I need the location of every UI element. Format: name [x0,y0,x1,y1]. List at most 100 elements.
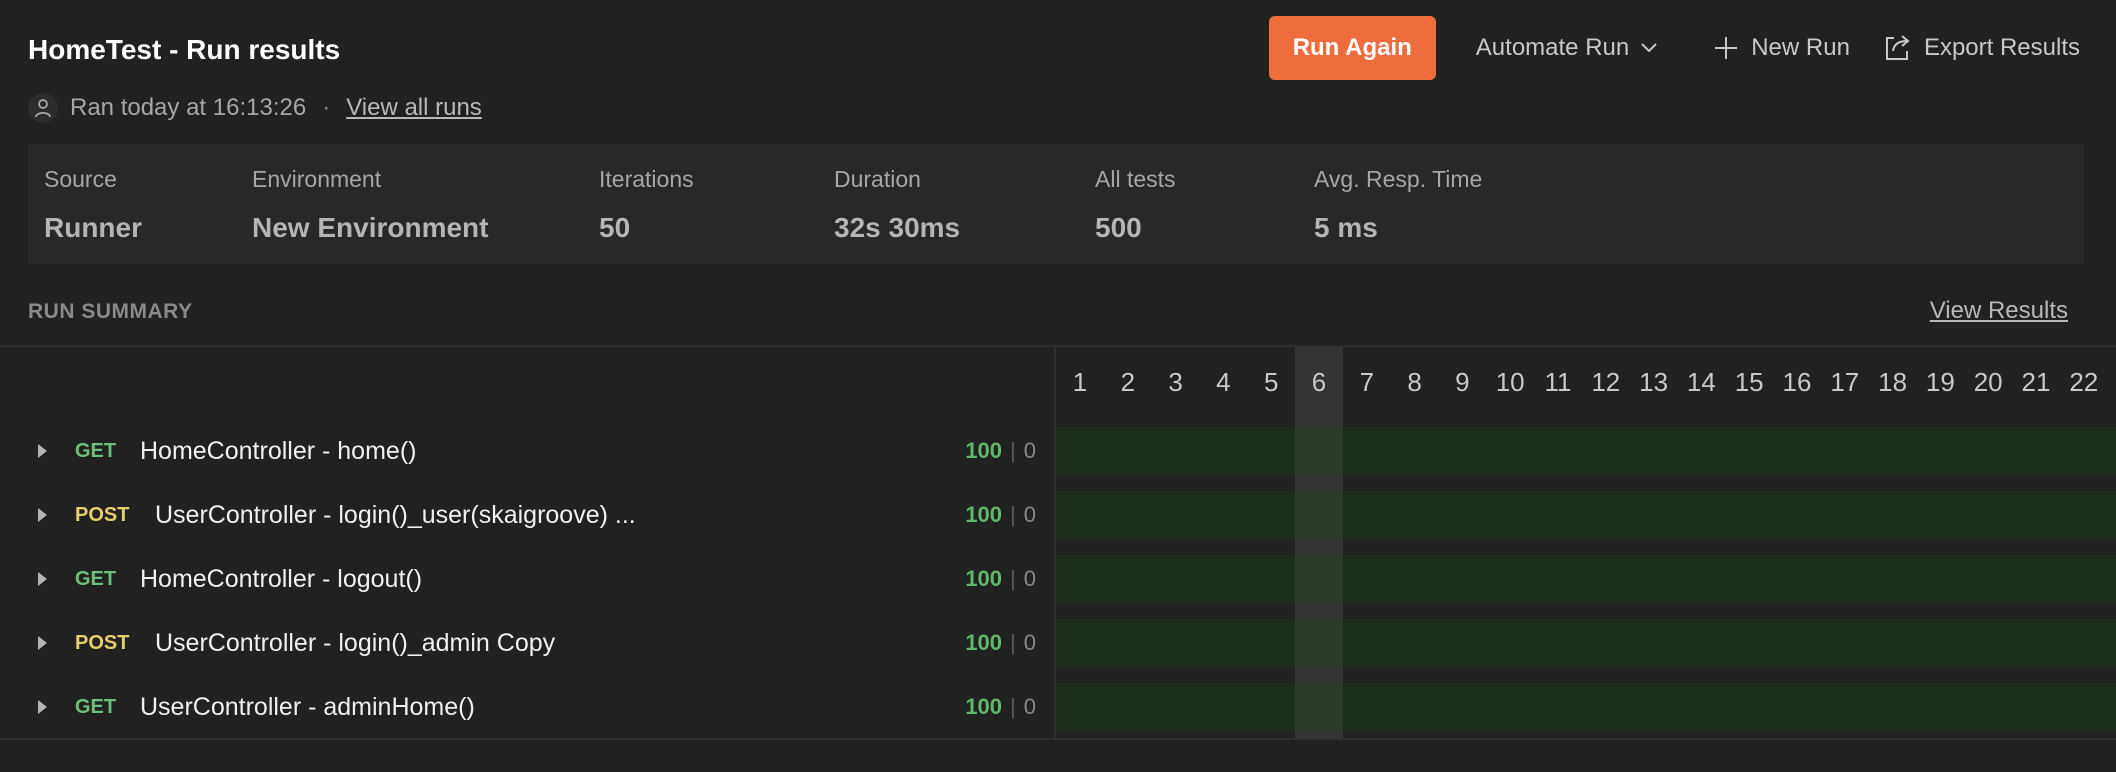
plus-icon [1715,37,1738,59]
info-label: Avg. Resp. Time [1314,166,1483,192]
iteration-number[interactable]: 12 [1582,367,1630,398]
test-counts: 100 | 0 [965,566,1036,592]
http-method-badge: GET [75,439,117,462]
export-results-button[interactable]: Export Results [1882,16,2080,80]
iteration-number[interactable]: 18 [1869,367,1917,398]
iteration-number[interactable]: 21 [2012,367,2060,398]
iteration-number[interactable]: 9 [1438,367,1486,398]
iteration-number[interactable]: 5 [1247,367,1295,398]
info-label: Iterations [599,166,694,192]
failed-count: 0 [1023,694,1036,719]
iteration-number[interactable]: 20 [1964,367,2012,398]
test-counts: 100 | 0 [965,502,1036,528]
http-method-badge: GET [75,695,117,718]
iteration-number[interactable]: 3 [1152,367,1200,398]
expand-caret-icon[interactable] [38,508,47,522]
chevron-down-icon [1641,43,1657,53]
iteration-number[interactable]: 4 [1199,367,1247,398]
new-run-button[interactable]: New Run [1713,16,1850,80]
iteration-number[interactable]: 6 [1295,367,1343,398]
passed-count: 100 [965,694,1003,719]
selected-iteration-cell[interactable] [1295,619,1343,667]
request-name: UserController - adminHome() [140,692,475,721]
expand-caret-icon[interactable] [38,572,47,586]
ran-timestamp: Ran today at 16:13:26 [70,94,307,121]
iteration-number[interactable]: 8 [1391,367,1439,398]
info-value: New Environment [252,212,489,243]
info-label: All tests [1095,166,1176,192]
request-row[interactable]: GET UserController - adminHome() 100 | 0 [0,675,1054,739]
count-separator: | [1010,502,1016,527]
new-run-label: New Run [1751,34,1850,61]
failed-count: 0 [1023,630,1036,655]
request-row[interactable]: POST UserController - login()_admin Copy 1… [0,611,1054,675]
failed-count: 0 [1023,566,1036,591]
http-method-badge: GET [75,567,117,590]
request-name: HomeController - home() [140,436,417,465]
passed-count: 100 [965,438,1003,463]
http-method-badge: POST [75,631,130,654]
iteration-pass-band [1056,683,2116,731]
iteration-number[interactable]: 22 [2060,367,2108,398]
count-separator: | [1010,566,1016,591]
iteration-number[interactable]: 13 [1630,367,1678,398]
info-label: Source [44,166,117,192]
iteration-number[interactable]: 11 [1534,367,1582,398]
iteration-pass-band [1056,619,2116,667]
request-name: UserController - login()_admin Copy [155,628,556,657]
selected-iteration-cell[interactable] [1295,491,1343,539]
iteration-number[interactable]: 1 [1056,367,1104,398]
count-separator: | [1010,694,1016,719]
request-row[interactable]: GET HomeController - home() 100 | 0 [0,419,1054,483]
info-value: 50 [599,212,631,243]
page-title: HomeTest - Run results [28,34,341,65]
failed-count: 0 [1023,438,1036,463]
export-icon [1885,35,1910,60]
passed-count: 100 [965,566,1003,591]
info-value: Runner [44,212,142,243]
expand-caret-icon[interactable] [38,700,47,714]
iteration-number[interactable]: 15 [1725,367,1773,398]
info-value: 32s 30ms [834,212,961,243]
header-actions: Run Again Automate Run New Run Export Re… [1268,16,2080,80]
expand-caret-icon[interactable] [38,444,47,458]
selected-iteration-cell[interactable] [1295,683,1343,731]
divider [0,738,2116,740]
iteration-number[interactable]: 10 [1486,367,1534,398]
iteration-number[interactable]: 14 [1677,367,1725,398]
info-value: 5 ms [1314,212,1378,243]
iteration-pass-band [1056,427,2116,475]
http-method-badge: POST [75,503,130,526]
view-all-runs-link[interactable]: View all runs [346,94,482,122]
request-name: UserController - login()_user(skaigroove… [155,500,636,529]
iteration-number[interactable]: 2 [1104,367,1152,398]
run-meta: Ran today at 16:13:26 · View all runs [28,90,482,126]
iteration-grid: 1 2 3 4 5 6 7 8 9 10 11 12 13 14 15 16 17 18 19 20 21 22 [1056,347,2116,738]
count-separator: | [1010,438,1016,463]
passed-count: 100 [965,502,1003,527]
iteration-number[interactable]: 17 [1821,367,1869,398]
info-label: Duration [834,166,921,192]
run-again-button[interactable]: Run Again [1268,16,1436,80]
run-summary-heading: RUN SUMMARY [28,300,193,323]
iteration-pass-band [1056,555,2116,603]
failed-count: 0 [1023,502,1036,527]
selected-iteration-cell[interactable] [1295,555,1343,603]
view-results-link[interactable]: View Results [1930,297,2068,325]
iteration-number[interactable]: 19 [1916,367,1964,398]
automate-run-button[interactable]: Automate Run [1476,16,1657,80]
passed-count: 100 [965,630,1003,655]
iteration-number[interactable]: 16 [1773,367,1821,398]
request-row[interactable]: POST UserController - login()_user(skaigr… [0,483,1054,547]
selected-iteration-cell[interactable] [1295,427,1343,475]
info-label: Environment [252,166,382,192]
iteration-number[interactable]: 7 [1343,367,1391,398]
iteration-pass-band [1056,491,2116,539]
test-counts: 100 | 0 [965,694,1036,720]
expand-caret-icon[interactable] [38,636,47,650]
user-icon [28,93,58,123]
test-counts: 100 | 0 [965,630,1036,656]
request-row[interactable]: GET HomeController - logout() 100 | 0 [0,547,1054,611]
count-separator: | [1010,630,1016,655]
info-value: 500 [1095,212,1142,243]
